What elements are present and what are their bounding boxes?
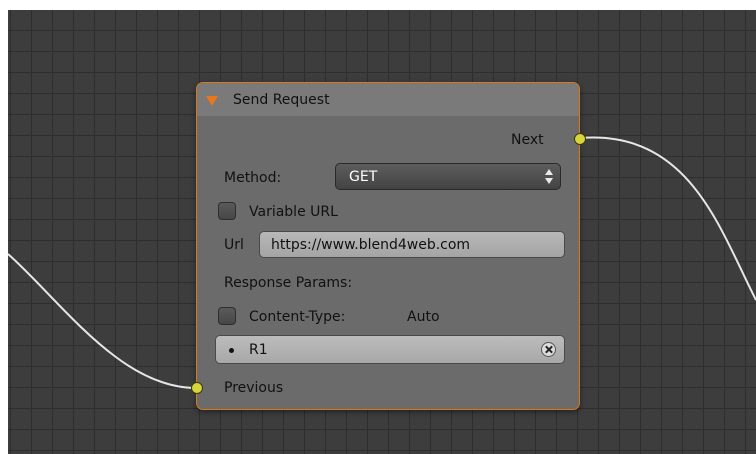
method-select[interactable]: GET: [335, 163, 561, 190]
node-header[interactable]: Send Request: [197, 83, 579, 116]
variable-url-checkbox[interactable]: [218, 202, 236, 220]
variable-url-label: Variable URL: [249, 204, 338, 220]
bullet-icon: [229, 348, 234, 353]
url-label: Url: [224, 237, 244, 253]
next-output-socket[interactable]: [574, 133, 586, 145]
triangle-down-icon[interactable]: [206, 96, 218, 106]
send-request-node[interactable]: Send Request Next Method: GET Variable U…: [191, 82, 586, 410]
next-socket-label: Next: [511, 132, 544, 148]
previous-input-socket[interactable]: [191, 382, 203, 394]
content-type-label: Content-Type:: [249, 309, 346, 325]
close-circle-icon[interactable]: [541, 342, 556, 357]
method-label: Method:: [224, 170, 282, 186]
content-type-checkbox[interactable]: [218, 307, 236, 325]
list-item[interactable]: R1: [215, 335, 565, 364]
method-select-value: GET: [349, 169, 378, 185]
url-input[interactable]: https://www.blend4web.com: [259, 231, 565, 258]
response-params-label: Response Params:: [224, 275, 353, 291]
content-type-value[interactable]: Auto: [407, 309, 440, 325]
incoming-wire[interactable]: [7, 253, 197, 389]
up-down-arrows-icon: [545, 168, 553, 186]
url-input-value: https://www.blend4web.com: [271, 237, 471, 253]
outgoing-wire[interactable]: [580, 136, 756, 301]
previous-socket-label: Previous: [224, 380, 284, 396]
list-item-label: R1: [249, 342, 268, 358]
node-editor-canvas[interactable]: Send Request Next Method: GET Variable U…: [0, 0, 756, 454]
node-title: Send Request: [233, 92, 330, 108]
